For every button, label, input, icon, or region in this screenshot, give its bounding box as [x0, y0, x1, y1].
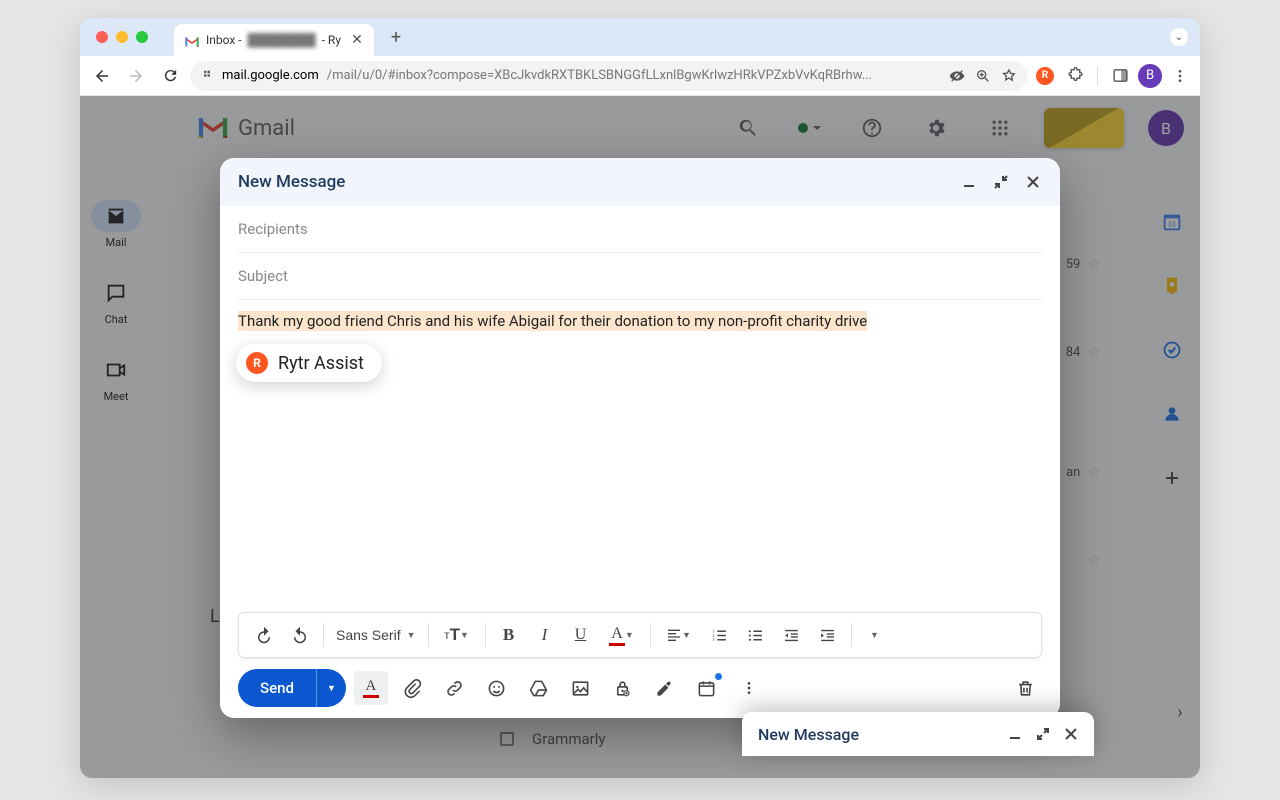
indent-less-button[interactable]: [775, 618, 809, 652]
fullscreen-icon[interactable]: [1036, 727, 1050, 741]
gmail-favicon-icon: [184, 32, 200, 48]
tab-title-prefix: Inbox -: [206, 33, 242, 47]
svg-text:3: 3: [712, 637, 714, 642]
confidential-icon[interactable]: [606, 671, 640, 705]
browser-toolbar: mail.google.com/mail/u/0/#inbox?compose=…: [80, 56, 1200, 96]
reload-button[interactable]: [156, 62, 184, 90]
format-toolbar: Sans Serif▼ тT ▼ B I U A ▼ ▼ 123 ▼: [238, 612, 1042, 658]
tab-list-button[interactable]: ⌄: [1170, 28, 1188, 46]
new-tab-button[interactable]: +: [384, 25, 408, 49]
redo-button[interactable]: [283, 618, 317, 652]
rytr-assist-chip[interactable]: R Rytr Assist: [236, 344, 382, 382]
window-close-icon[interactable]: [96, 31, 108, 43]
underline-button[interactable]: U: [564, 618, 598, 652]
attach-icon[interactable]: [396, 671, 430, 705]
bullet-list-button[interactable]: [739, 618, 773, 652]
eye-icon[interactable]: [949, 68, 965, 84]
send-button[interactable]: Send: [238, 669, 316, 707]
browser-tab[interactable]: Inbox - ████████ - Ry ✕: [174, 24, 374, 56]
recipients-field[interactable]: Recipients: [238, 206, 1042, 253]
emoji-icon[interactable]: [480, 671, 514, 705]
compose-window: New Message Recipients Subject Thank my …: [220, 158, 1060, 718]
tab-close-icon[interactable]: ✕: [350, 33, 364, 47]
numbered-list-button[interactable]: 123: [703, 618, 737, 652]
font-size-button[interactable]: тT ▼: [435, 618, 479, 652]
tab-strip: Inbox - ████████ - Ry ✕ + ⌄: [80, 18, 1200, 56]
image-icon[interactable]: [564, 671, 598, 705]
send-options-button[interactable]: ▼: [316, 669, 346, 707]
compose-footer: Send ▼ A: [220, 658, 1060, 718]
minimized-compose[interactable]: New Message: [742, 712, 1094, 756]
notification-dot-icon: [715, 673, 722, 680]
rytr-icon: R: [246, 352, 268, 374]
bookmark-star-icon[interactable]: [1001, 68, 1017, 84]
window-zoom-icon[interactable]: [136, 31, 148, 43]
forward-button[interactable]: [122, 62, 150, 90]
more-options-icon[interactable]: [732, 671, 766, 705]
address-bar[interactable]: mail.google.com/mail/u/0/#inbox?compose=…: [190, 61, 1027, 91]
rytr-extension-icon[interactable]: R: [1033, 64, 1057, 88]
compose-header[interactable]: New Message: [220, 158, 1060, 206]
close-icon[interactable]: [1024, 173, 1042, 191]
fullscreen-exit-icon[interactable]: [992, 173, 1010, 191]
schedule-icon[interactable]: [690, 671, 724, 705]
tab-title-suffix: - Ry: [322, 33, 341, 47]
minimized-title: New Message: [758, 725, 859, 744]
back-button[interactable]: [88, 62, 116, 90]
subject-field[interactable]: Subject: [238, 253, 1042, 300]
site-settings-icon[interactable]: [200, 69, 214, 83]
font-selector[interactable]: Sans Serif▼: [330, 627, 422, 643]
rytr-assist-label: Rytr Assist: [278, 353, 364, 374]
drive-icon[interactable]: [522, 671, 556, 705]
compose-body[interactable]: Thank my good friend Chris and his wife …: [220, 300, 1060, 612]
window-controls: [88, 31, 156, 43]
link-icon[interactable]: [438, 671, 472, 705]
signature-icon[interactable]: [648, 671, 682, 705]
close-icon[interactable]: [1064, 727, 1078, 741]
highlighted-text: Thank my good friend Chris and his wife …: [238, 311, 867, 331]
discard-icon[interactable]: [1008, 671, 1042, 705]
align-button[interactable]: ▼: [657, 618, 701, 652]
text-color-button[interactable]: A ▼: [600, 618, 644, 652]
compose-title: New Message: [238, 172, 345, 192]
undo-button[interactable]: [247, 618, 281, 652]
tab-title-redacted: ████████: [248, 33, 316, 47]
extensions-button[interactable]: [1063, 64, 1087, 88]
indent-more-button[interactable]: [811, 618, 845, 652]
url-host: mail.google.com: [222, 68, 319, 83]
zoom-icon[interactable]: [975, 68, 991, 84]
profile-button[interactable]: B: [1138, 64, 1162, 88]
window-minimize-icon[interactable]: [116, 31, 128, 43]
chrome-menu-button[interactable]: [1168, 64, 1192, 88]
url-path: /mail/u/0/#inbox?compose=XBcJkvdkRXTBKLS…: [327, 68, 872, 83]
side-panel-button[interactable]: [1108, 64, 1132, 88]
bold-button[interactable]: B: [492, 618, 526, 652]
italic-button[interactable]: I: [528, 618, 562, 652]
minimize-icon[interactable]: [1008, 727, 1022, 741]
more-format-button[interactable]: ▼: [858, 618, 892, 652]
text-format-toggle[interactable]: A: [354, 671, 388, 705]
minimize-icon[interactable]: [960, 173, 978, 191]
